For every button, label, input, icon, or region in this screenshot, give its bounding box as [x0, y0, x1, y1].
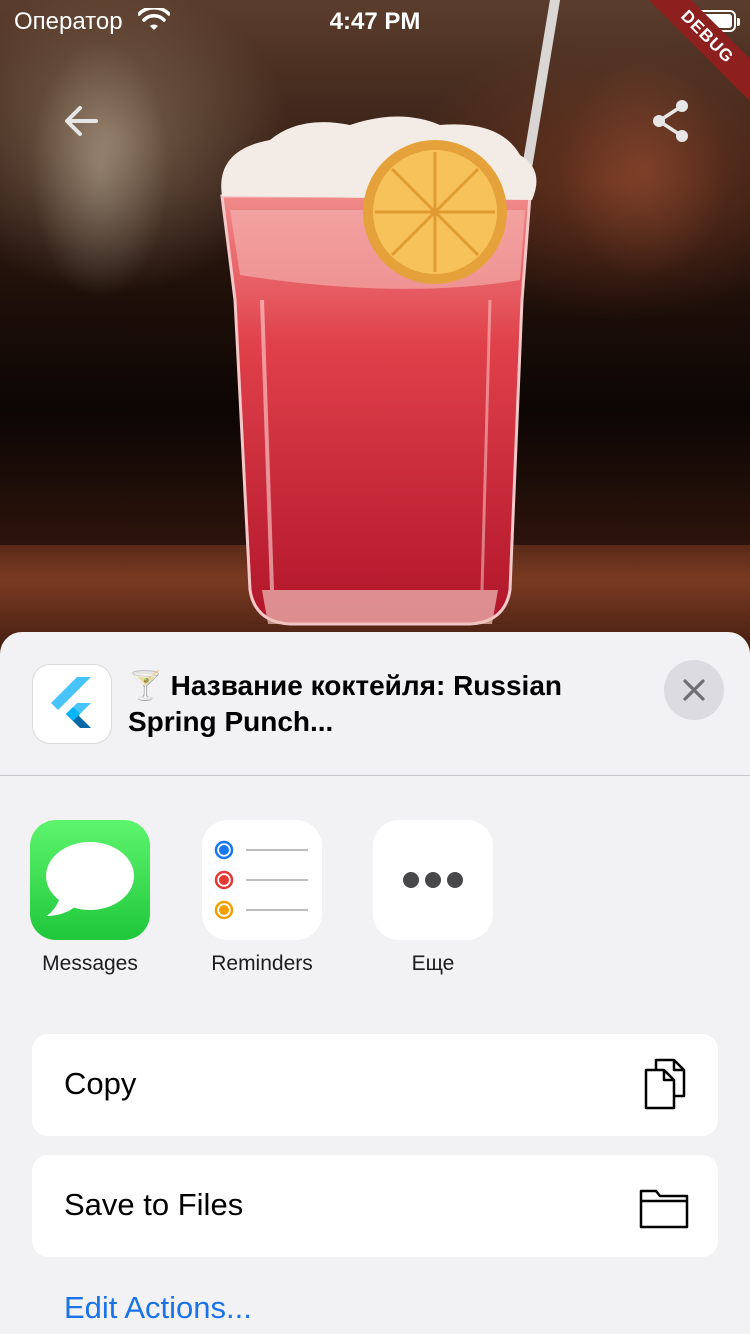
share-app-label: Еще	[411, 952, 455, 975]
share-app-label: Messages	[42, 952, 138, 975]
copy-action[interactable]: Copy	[32, 1034, 718, 1136]
share-sheet: 🍸 Название коктейля: Russian Spring Punc…	[0, 632, 750, 1334]
close-button[interactable]	[664, 660, 724, 720]
close-icon	[683, 679, 705, 701]
share-app-messages[interactable]: Messages	[20, 820, 160, 976]
share-button[interactable]	[644, 94, 698, 148]
save-to-files-action[interactable]: Save to Files	[32, 1155, 718, 1257]
share-icon	[653, 100, 688, 142]
folder-icon	[639, 1189, 689, 1229]
share-apps-row: Messages Reminders Еще	[0, 820, 750, 990]
cocktail-photo	[0, 0, 750, 660]
action-label: Save to Files	[64, 1187, 244, 1222]
share-app-reminders[interactable]: Reminders	[192, 820, 332, 976]
action-label: Copy	[64, 1066, 137, 1101]
flutter-app-icon	[32, 664, 112, 744]
share-app-more[interactable]: Еще	[363, 820, 503, 976]
status-bar: Оператор 4:47 PM	[0, 0, 750, 42]
reminders-icon	[202, 820, 322, 940]
messages-icon	[30, 820, 150, 940]
share-title: 🍸 Название коктейля: Russian Spring Punc…	[128, 670, 562, 737]
copy-icon	[644, 1058, 686, 1110]
clock: 4:47 PM	[329, 8, 421, 35]
edit-actions-link[interactable]: Edit Actions...	[64, 1290, 252, 1326]
cocktail-glass-illustration	[220, 0, 560, 626]
arrow-left-icon	[65, 106, 98, 136]
share-sheet-header: 🍸 Название коктейля: Russian Spring Punc…	[0, 632, 750, 776]
share-app-label: Reminders	[211, 952, 313, 975]
more-icon	[373, 820, 493, 940]
back-button[interactable]	[56, 96, 106, 146]
